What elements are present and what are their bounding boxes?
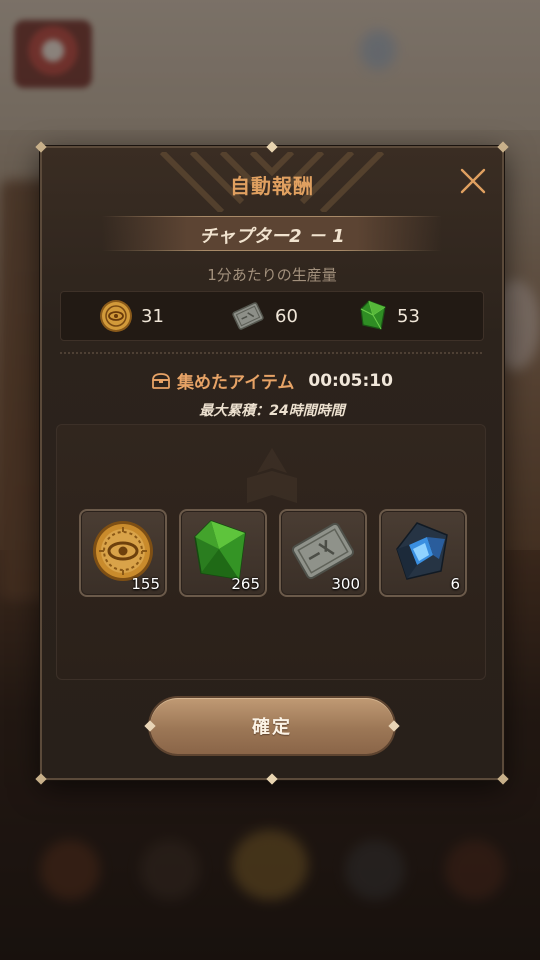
confirm-button-label: 確定	[252, 717, 292, 738]
rate-stone: 60	[229, 292, 298, 340]
rate-gold-value: 31	[141, 305, 164, 327]
item-quantity: 265	[231, 575, 260, 593]
item-slot-stone-tablet[interactable]: 300	[279, 509, 367, 597]
green-crystal-icon	[360, 300, 386, 330]
collected-items-header: 集めたアイテム 00:05:10	[42, 368, 502, 393]
item-slot-green-crystal[interactable]: 265	[179, 509, 267, 597]
item-quantity: 155	[131, 575, 160, 593]
rate-stone-value: 60	[275, 305, 298, 327]
auto-reward-dialog: 自動報酬 チャプター2 － 1 1分あたりの生産量 31 60 53 集めたアイ…	[35, 141, 509, 785]
rate-label: 1分あたりの生産量	[207, 266, 337, 284]
gold-coin-icon	[100, 300, 132, 332]
chest-icon	[152, 372, 170, 389]
item-slot-blue-crystal[interactable]: 6	[379, 509, 467, 597]
rate-crystal: 53	[359, 292, 420, 340]
dialog-title: 自動報酬	[230, 174, 314, 198]
close-icon[interactable]	[458, 166, 488, 196]
max-accumulation: 最大累積：24時間時間	[199, 403, 345, 419]
item-quantity: 300	[331, 575, 360, 593]
collected-label: 集めたアイテム	[177, 373, 295, 393]
item-slot-gold[interactable]: 155	[79, 509, 167, 597]
collected-items-panel: 155 265 300 6	[56, 424, 486, 680]
rate-crystal-value: 53	[397, 305, 420, 327]
collected-time: 00:05:10	[308, 370, 393, 391]
divider	[60, 352, 482, 354]
chapter-label: チャプター2 － 1	[199, 226, 345, 247]
blue-crystal-icon	[396, 522, 448, 580]
item-quantity: 6	[450, 575, 460, 593]
rate-gold: 31	[99, 292, 164, 340]
stone-tablet-icon	[232, 302, 264, 330]
confirm-button[interactable]: 確定	[144, 698, 400, 754]
production-rate-panel: 31 60 53	[60, 291, 484, 341]
